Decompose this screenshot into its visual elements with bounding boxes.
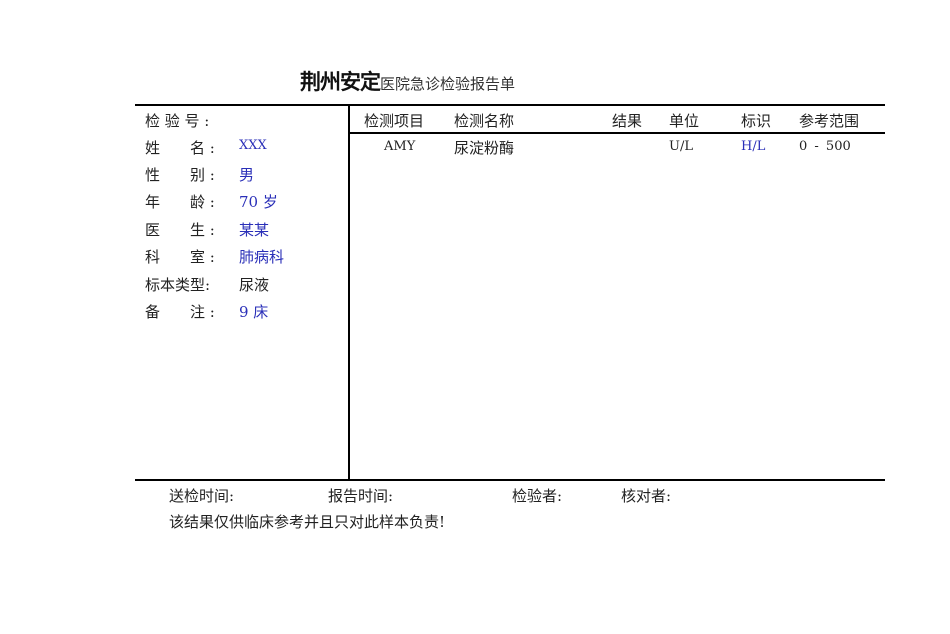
disclaimer-text: 该结果仅供临床参考并且只对此样本负责! xyxy=(169,513,446,531)
field-label-remark: 备 注 : xyxy=(145,303,215,321)
report-title: 荆州安定医院急诊检验报告单 xyxy=(300,66,515,96)
send-time-label: 送检时间: xyxy=(169,487,235,505)
top-rule xyxy=(135,104,885,106)
field-label-specimen-type: 标本类型: xyxy=(145,276,211,294)
cell-unit: U/L xyxy=(669,139,693,154)
checker-label: 核对者: xyxy=(621,487,672,505)
report-time-label: 报告时间: xyxy=(328,487,394,505)
field-value-remark: 9 床 xyxy=(239,303,269,321)
cell-flag: H/L xyxy=(741,139,766,154)
header-result: 结果 xyxy=(612,112,643,130)
header-unit: 单位 xyxy=(669,112,700,130)
cell-item-code: AMY xyxy=(384,139,416,154)
field-label-doctor: 医 生 : xyxy=(145,221,215,239)
bottom-rule xyxy=(135,479,885,481)
cell-item-name: 尿淀粉酶 xyxy=(454,139,515,157)
tester-label: 检验者: xyxy=(512,487,563,505)
cell-reference-range: 0 - 500 xyxy=(799,139,851,154)
field-value-department: 肺病科 xyxy=(239,248,285,266)
header-item-name: 检测名称 xyxy=(454,112,515,130)
field-value-sex: 男 xyxy=(239,166,255,184)
field-value-doctor: 某某 xyxy=(239,221,270,239)
column-divider xyxy=(348,104,350,481)
report-type: 医院急诊检验报告单 xyxy=(380,75,516,93)
field-label-sample-no: 检 验 号 : xyxy=(145,112,210,130)
header-flag: 标识 xyxy=(741,112,772,130)
header-rule xyxy=(348,132,885,134)
header-item-code: 检测项目 xyxy=(364,112,425,130)
field-value-specimen-type: 尿液 xyxy=(239,276,270,294)
field-value-age: 70 岁 xyxy=(239,193,278,211)
hospital-name: 荆州安定 xyxy=(300,70,381,94)
header-reference-range: 参考范围 xyxy=(799,112,860,130)
field-label-department: 科 室 : xyxy=(145,248,215,266)
field-value-name: XXX xyxy=(239,138,267,153)
field-label-name: 姓 名 : xyxy=(145,139,215,157)
field-label-age: 年 龄 : xyxy=(145,193,215,211)
field-label-sex: 性 别 : xyxy=(145,166,215,184)
